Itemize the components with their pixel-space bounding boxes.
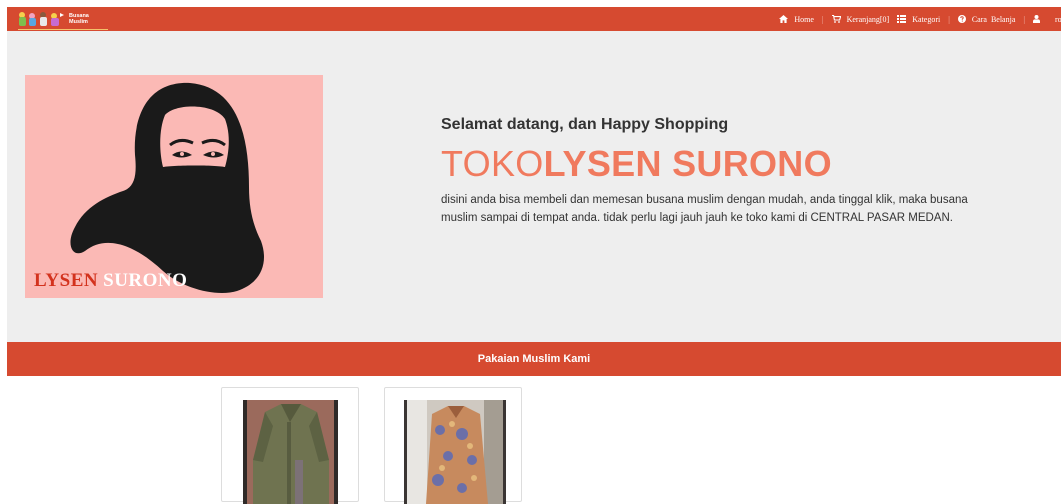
cart-icon: [831, 15, 841, 23]
hijab-woman-illustration: [70, 82, 265, 293]
nav-cart-label: Keranjang[0]: [846, 14, 890, 24]
brand-line2: Muslim: [69, 19, 88, 25]
hero-title-bold: LYSEN SURONO: [543, 143, 832, 184]
nav-home-label: Home: [794, 14, 814, 24]
home-icon: [779, 15, 789, 23]
nav-how-to-shop[interactable]: Cara Belanja: [957, 14, 1016, 24]
nav-home[interactable]: Home: [779, 15, 814, 24]
brand-logo-link[interactable]: Busana Muslim: [16, 9, 108, 30]
product-card[interactable]: [384, 387, 522, 504]
product-image[interactable]: [404, 400, 506, 504]
nav-user-label: ro: [1055, 14, 1061, 24]
nav-category-label: Kategori: [912, 14, 941, 24]
nav-category[interactable]: Kategori: [897, 15, 940, 24]
nav-menu: Home | Keranjang[0] Kategori | Cara Bela…: [779, 7, 1061, 31]
hero-title: TOKOLYSEN SURONO: [441, 143, 832, 185]
nav-separator: |: [948, 14, 950, 24]
hero-image-brand: LYSEN SURONO: [34, 270, 187, 292]
top-navbar: Busana Muslim Home | Keranjang[0] Katego…: [7, 7, 1061, 31]
olive-tunic-photo: [243, 400, 338, 504]
hero-description: disini anda bisa membeli dan memesan bus…: [441, 194, 968, 224]
hero-image-brand-part1: LYSEN: [34, 270, 99, 291]
brand-text: Busana Muslim: [69, 13, 89, 25]
hero-greeting: Selamat datang, dan Happy Shopping: [441, 116, 729, 133]
hero-section: LYSEN SURONO Selamat datang, dan Happy Sh…: [7, 31, 1061, 342]
product-image[interactable]: [243, 400, 338, 504]
question-circle-icon: [957, 15, 966, 23]
nav-separator: |: [1023, 14, 1025, 24]
user-icon: [1033, 15, 1040, 23]
hero-title-light: TOKO: [441, 143, 544, 184]
hero-image-brand-part2: SURONO: [103, 270, 188, 291]
nav-cart[interactable]: Keranjang[0]: [831, 14, 890, 24]
section-title: Pakaian Muslim Kami: [477, 353, 591, 365]
product-card[interactable]: [221, 387, 359, 504]
nav-user[interactable]: ro: [1033, 15, 1061, 24]
nav-separator: |: [821, 14, 824, 24]
nav-how-to-shop-label: Cara Belanja: [971, 14, 1016, 24]
hero-banner-image: LYSEN SURONO: [25, 75, 323, 298]
brand-underline: [18, 29, 108, 30]
patterned-tunic-photo: [404, 400, 506, 504]
list-icon: [897, 15, 907, 23]
section-header-bar: Pakaian Muslim Kami: [7, 342, 1061, 376]
brand-logo-icon: [16, 10, 66, 28]
